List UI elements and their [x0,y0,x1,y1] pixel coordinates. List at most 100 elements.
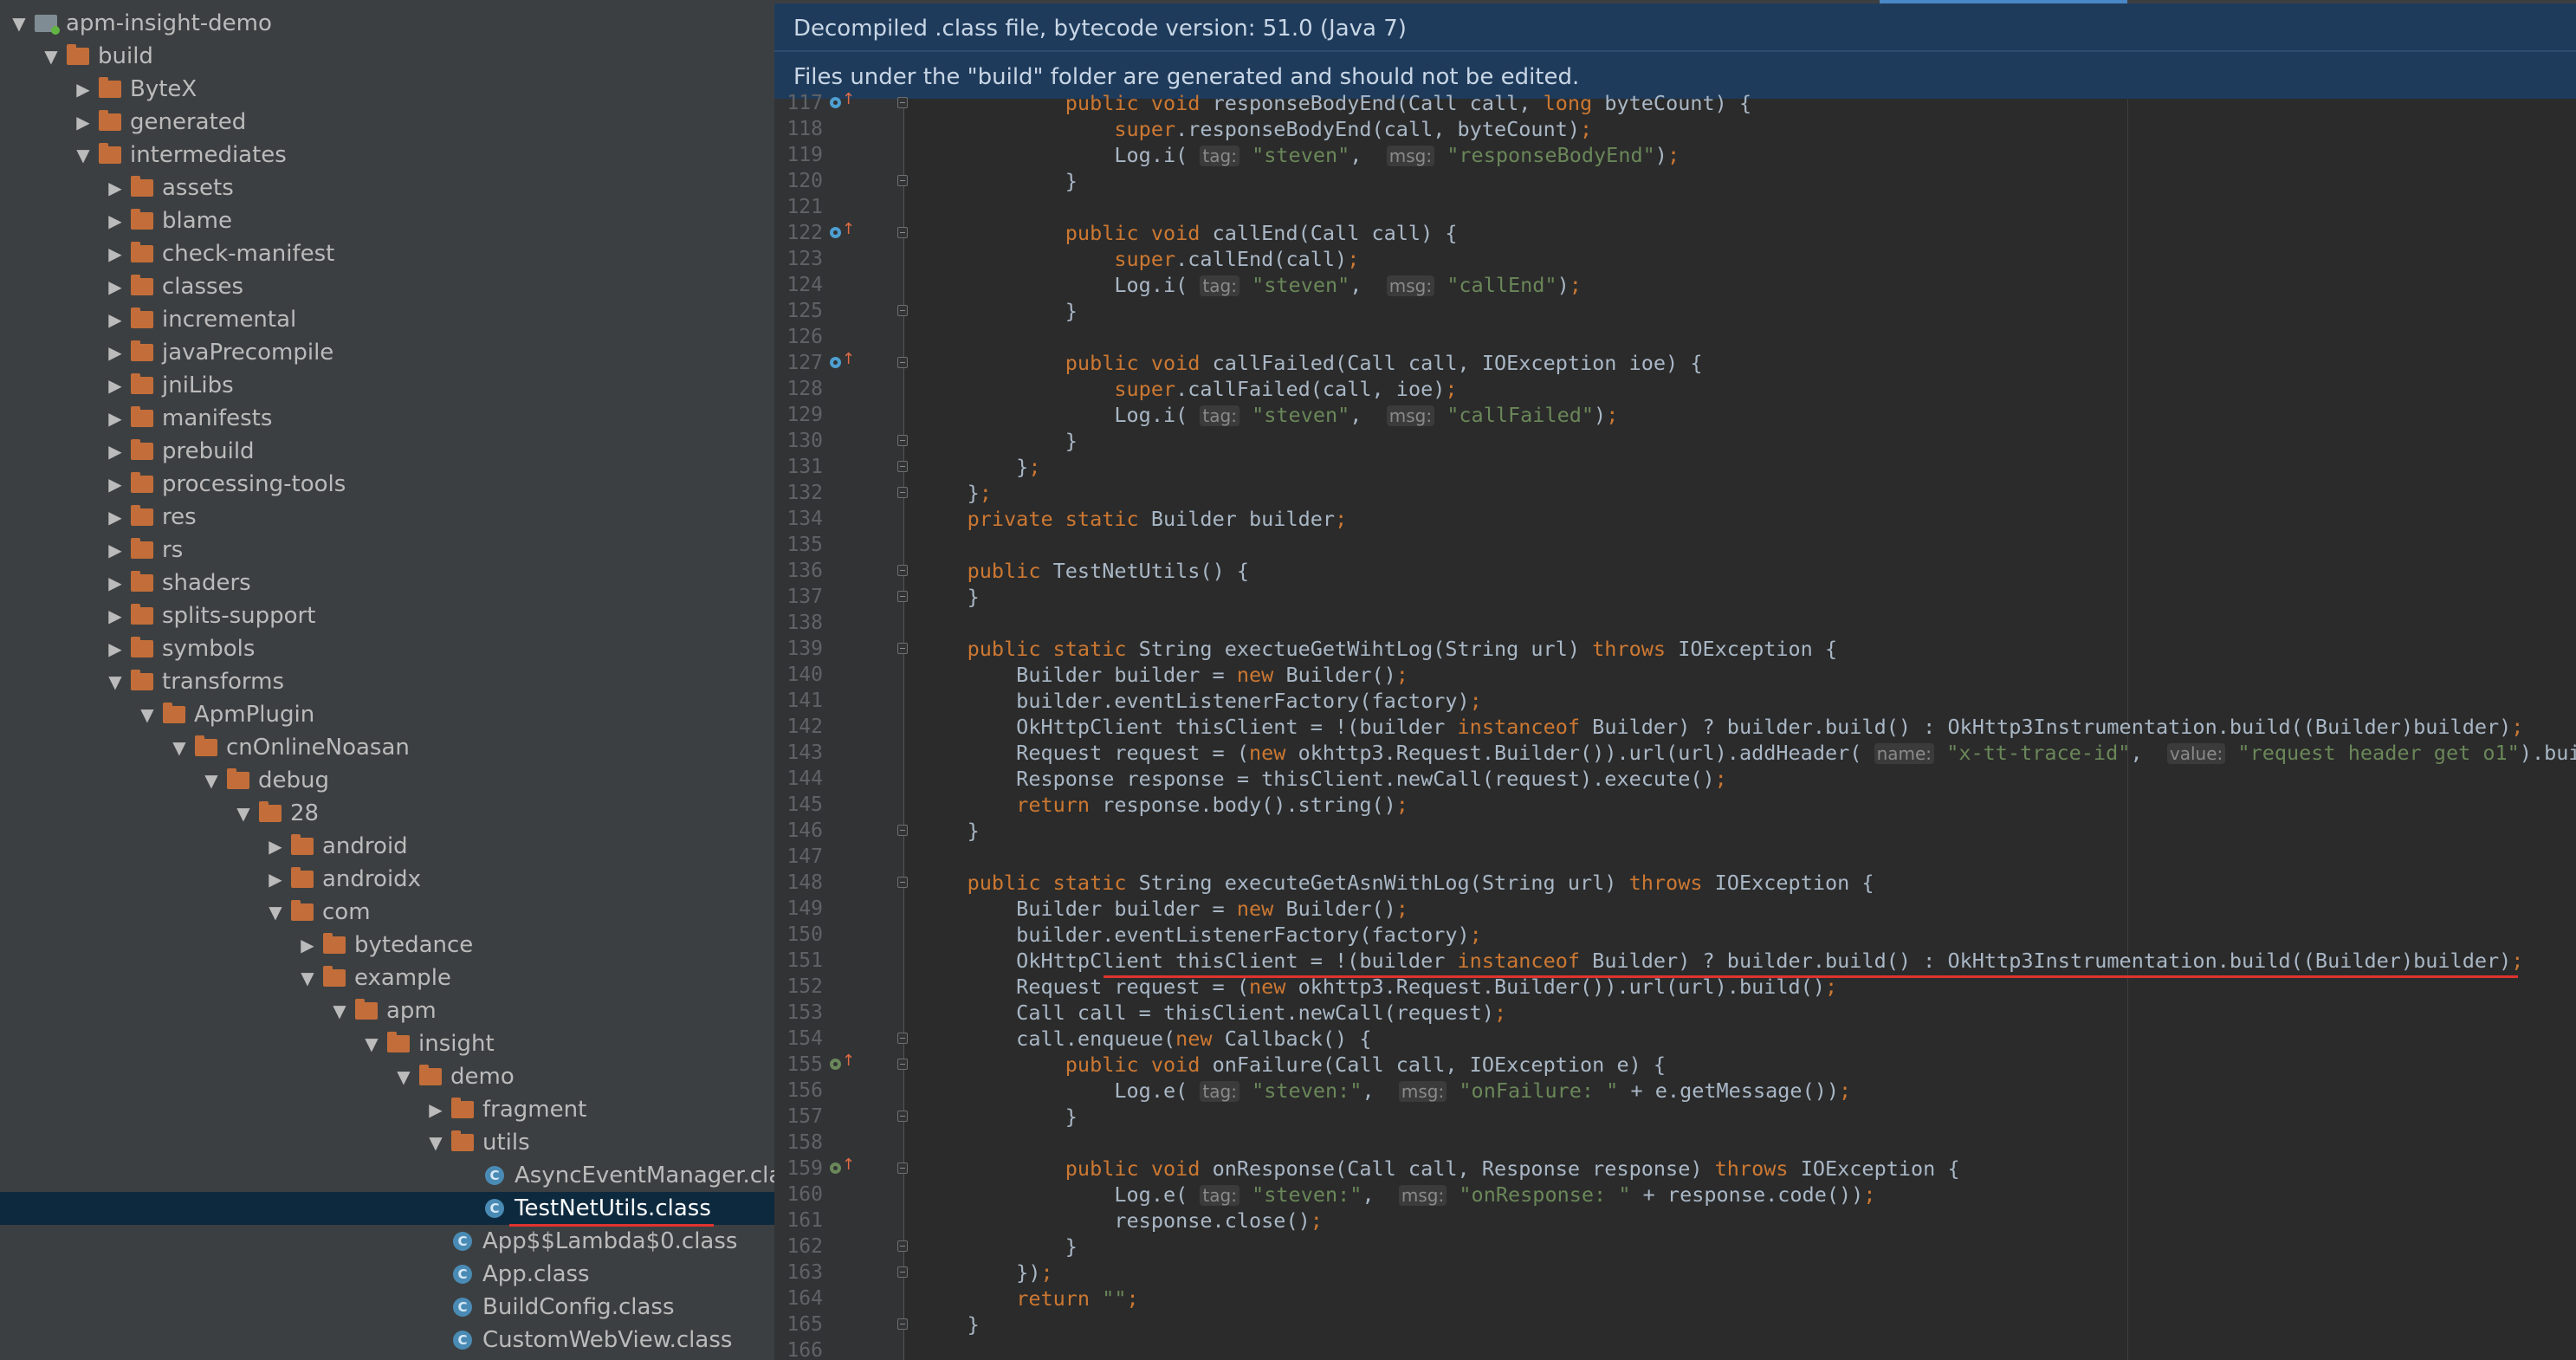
collapsed-arrow-icon[interactable]: ▶ [106,435,125,468]
tree-item[interactable]: ▼ demo [0,1060,774,1093]
code-line[interactable]: 155 ↑ public void onFailure(Call call, IO… [774,1052,2576,1078]
expanded-arrow-icon[interactable]: ▼ [10,7,29,40]
tree-item[interactable]: ▼ utils [0,1126,774,1159]
code-line[interactable]: 117 ↑ public void responseBodyEnd(Call ca… [774,90,2576,116]
code-line[interactable]: 121 [774,194,2576,220]
code-line[interactable]: 120 } [774,168,2576,194]
fold-toggle-icon[interactable] [897,461,908,472]
fold-toggle-icon[interactable] [897,825,908,836]
tree-item[interactable]: ▼ apm [0,994,774,1027]
tree-item[interactable]: ▶ androidx [0,863,774,896]
tree-item[interactable]: ▶ incremental [0,303,774,336]
code-editor[interactable]: Decompiled .class file, bytecode version… [774,0,2576,1360]
fold-toggle-icon[interactable] [897,643,908,654]
fold-toggle-icon[interactable] [897,565,908,576]
expanded-arrow-icon[interactable]: ▼ [362,1027,381,1060]
collapsed-arrow-icon[interactable]: ▶ [106,270,125,303]
code-line[interactable]: 151 OkHttpClient thisClient = !(builder … [774,948,2576,974]
code-line[interactable]: 159 ↑ public void onResponse(Call call, R… [774,1156,2576,1182]
tree-item[interactable]: ▶ blame [0,204,774,237]
tree-item[interactable]: ▼ cnOnlineNoasan [0,731,774,764]
collapsed-arrow-icon[interactable]: ▶ [106,204,125,237]
fold-toggle-icon[interactable] [897,591,908,602]
tree-item[interactable]: C BuildConfig.class [0,1291,774,1324]
code-line[interactable]: 148 public static String executeGetAsnWi… [774,870,2576,896]
code-line[interactable]: 126 [774,324,2576,350]
code-line[interactable]: 150 builder.eventListenerFactory(factory… [774,922,2576,948]
fold-toggle-icon[interactable] [897,1162,908,1174]
code-line[interactable]: 146 } [774,818,2576,844]
fold-toggle-icon[interactable] [897,97,908,108]
tree-item[interactable]: C App$$Lambda$0.class [0,1225,774,1258]
fold-toggle-icon[interactable] [897,1059,908,1070]
tree-item[interactable]: ▼ debug [0,764,774,797]
expanded-arrow-icon[interactable]: ▼ [298,962,317,994]
collapsed-arrow-icon[interactable]: ▶ [106,534,125,567]
tree-item[interactable]: ▶ assets [0,172,774,204]
code-line[interactable]: 130 } [774,428,2576,454]
collapsed-arrow-icon[interactable]: ▶ [106,172,125,204]
tree-item[interactable]: ▼ apm-insight-demo [0,7,774,40]
code-line[interactable]: 144 Response response = thisClient.newCa… [774,766,2576,792]
tree-item[interactable]: ▶ javaPrecompile [0,336,774,369]
code-line[interactable]: 164 return ""; [774,1286,2576,1311]
expanded-arrow-icon[interactable]: ▼ [394,1060,413,1093]
code-line[interactable]: 162 } [774,1234,2576,1260]
fold-toggle-icon[interactable] [897,305,908,316]
tree-item[interactable]: ▼ transforms [0,665,774,698]
fold-toggle-icon[interactable] [897,1266,908,1278]
code-line[interactable]: 124 Log.i( tag: "steven", msg: "callEnd"… [774,272,2576,298]
tree-item[interactable]: ▶ check-manifest [0,237,774,270]
tree-item[interactable]: ▶ jniLibs [0,369,774,402]
collapsed-arrow-icon[interactable]: ▶ [74,73,93,106]
expanded-arrow-icon[interactable]: ▼ [266,896,285,929]
tree-item[interactable]: ▼ insight [0,1027,774,1060]
fold-toggle-icon[interactable] [897,1318,908,1330]
tree-item[interactable]: ▶ manifests [0,402,774,435]
expanded-arrow-icon[interactable]: ▼ [106,665,125,698]
tree-item[interactable]: ▶ processing-tools [0,468,774,501]
collapsed-arrow-icon[interactable]: ▶ [106,599,125,632]
code-line[interactable]: 118 super.responseBodyEnd(call, byteCoun… [774,116,2576,142]
expanded-arrow-icon[interactable]: ▼ [74,139,93,172]
code-line[interactable]: 125 } [774,298,2576,324]
collapsed-arrow-icon[interactable]: ▶ [106,501,125,534]
code-line[interactable]: 149 Builder builder = new Builder(); [774,896,2576,922]
expanded-arrow-icon[interactable]: ▼ [138,698,157,731]
tree-item[interactable]: ▶ res [0,501,774,534]
tree-item[interactable]: ▶ generated [0,106,774,139]
fold-toggle-icon[interactable] [897,227,908,238]
code-line[interactable]: 143 Request request = (new okhttp3.Reque… [774,740,2576,766]
collapsed-arrow-icon[interactable]: ▶ [106,336,125,369]
collapsed-arrow-icon[interactable]: ▶ [266,863,285,896]
override-method-icon[interactable]: ↑ [830,92,855,112]
tree-item[interactable]: C CustomWebView.class [0,1324,774,1357]
code-area[interactable]: 117 ↑ public void responseBodyEnd(Call ca… [774,90,2576,1360]
expanded-arrow-icon[interactable]: ▼ [330,994,349,1027]
code-line[interactable]: 165 } [774,1311,2576,1337]
collapsed-arrow-icon[interactable]: ▶ [74,106,93,139]
code-line[interactable]: 166 [774,1337,2576,1360]
tree-item[interactable]: ▶ ByteX [0,73,774,106]
override-method-icon[interactable]: ↑ [830,1053,855,1073]
collapsed-arrow-icon[interactable]: ▶ [106,402,125,435]
code-line[interactable]: 134 private static Builder builder; [774,506,2576,532]
tree-item[interactable]: ▼ ApmPlugin [0,698,774,731]
collapsed-arrow-icon[interactable]: ▶ [106,632,125,665]
project-tree[interactable]: ▼ apm-insight-demo ▼ build ▶ ByteX ▶ generated ▼… [0,0,774,1360]
tree-item-selected[interactable]: C TestNetUtils.class [0,1192,774,1225]
expanded-arrow-icon[interactable]: ▼ [170,731,189,764]
code-line[interactable]: 132 }; [774,480,2576,506]
fold-toggle-icon[interactable] [897,357,908,368]
tree-item[interactable]: ▶ rs [0,534,774,567]
fold-toggle-icon[interactable] [897,1240,908,1252]
collapsed-arrow-icon[interactable]: ▶ [266,830,285,863]
code-line[interactable]: 131 }; [774,454,2576,480]
tree-item[interactable]: ▼ com [0,896,774,929]
tree-item[interactable]: ▼ 28 [0,797,774,830]
code-line[interactable]: 157 } [774,1104,2576,1130]
code-line[interactable]: 140 Builder builder = new Builder(); [774,662,2576,688]
tree-item[interactable]: ▶ prebuild [0,435,774,468]
fold-toggle-icon[interactable] [897,487,908,498]
collapsed-arrow-icon[interactable]: ▶ [106,468,125,501]
